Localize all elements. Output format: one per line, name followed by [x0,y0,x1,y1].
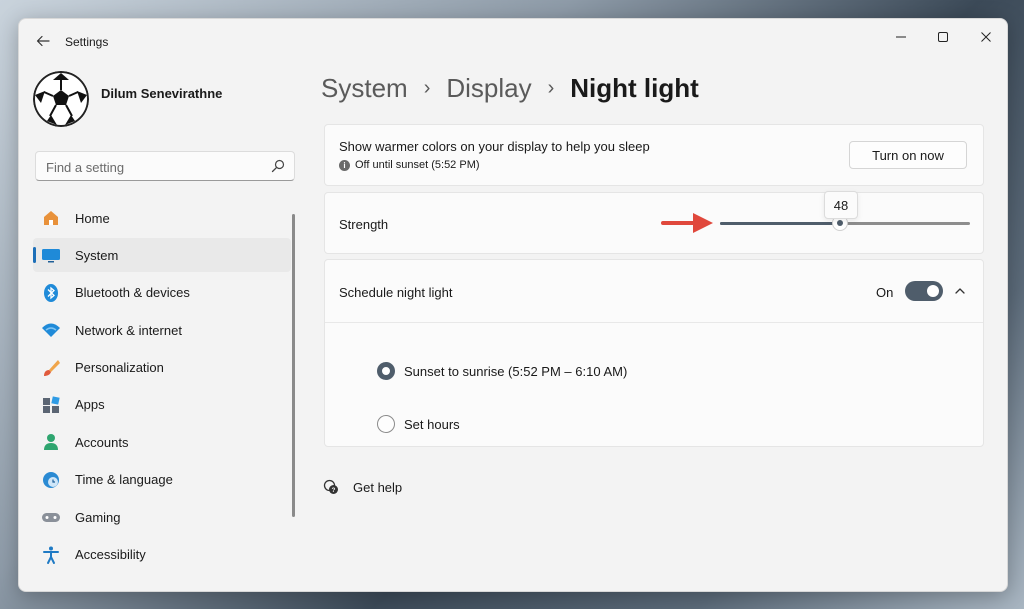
gamepad-icon [41,507,61,527]
radio-label: Sunset to sunrise (5:52 PM – 6:10 AM) [404,363,628,379]
help-icon: ? [323,479,338,494]
search-box[interactable] [35,151,295,181]
status-text: Off until sunset (5:52 PM) [355,159,480,171]
turn-on-now-button[interactable]: Turn on now [849,141,967,169]
user-name: Dilum Senevirathne [101,86,223,101]
strength-card: Strength 48 [324,191,984,254]
get-help-link[interactable]: ? Get help [323,479,402,495]
sidebar-item-system[interactable]: System [33,238,291,273]
accounts-icon [41,432,61,452]
home-icon [41,208,61,228]
radio-option-set-hours[interactable]: Set hours [377,415,460,433]
slider-fill [720,222,840,225]
sidebar-item-label: System [75,247,119,263]
avatar[interactable] [33,71,89,127]
sidebar-item-label: Gaming [75,509,121,525]
radio-option-sunset-sunrise[interactable]: Sunset to sunrise (5:52 PM – 6:10 AM) [377,362,627,380]
strength-label: Strength [339,217,389,232]
schedule-label: Schedule night light [339,285,453,300]
slider-value-tooltip: 48 [824,191,858,219]
svg-text:?: ? [332,488,336,494]
sidebar-item-label: Bluetooth & devices [75,285,190,301]
wifi-icon [41,320,61,340]
sidebar-item-label: Accounts [75,434,129,450]
brush-icon [41,358,61,378]
clock-globe-icon [41,470,61,490]
apps-icon [41,395,61,415]
sidebar-item-label: Network & internet [75,322,182,338]
sidebar-item-personalization[interactable]: Personalization [33,351,291,385]
sidebar-scrollbar[interactable] [292,214,295,517]
sidebar-item-accounts[interactable]: Accounts [33,425,291,459]
toggle-knob [927,285,939,297]
minimize-icon[interactable] [891,27,911,47]
schedule-card: Schedule night light On Sunset to sunris… [324,259,984,447]
sidebar-item-home[interactable]: Home [33,201,291,235]
sidebar-item-label: Apps [75,397,105,413]
soccer-ball-icon [33,71,89,127]
window-title: Settings [65,35,109,49]
accessibility-icon [41,545,61,565]
toggle-state-label: On [876,285,894,300]
radio-button-checked[interactable] [377,362,395,380]
sidebar-item-network[interactable]: Network & internet [33,313,291,347]
sidebar-item-apps[interactable]: Apps [33,388,291,422]
night-light-description: Show warmer colors on your display to he… [339,139,650,154]
bluetooth-icon [41,283,61,303]
info-icon: i [339,159,350,171]
radio-label: Set hours [404,416,460,432]
breadcrumb-item-system[interactable]: System [321,73,408,104]
maximize-icon[interactable] [933,27,953,47]
system-icon [41,245,61,265]
close-icon[interactable] [976,27,996,47]
schedule-toggle[interactable] [905,281,943,301]
sidebar-item-label: Accessibility [75,547,146,563]
breadcrumb-item-display[interactable]: Display [446,73,531,104]
get-help-label: Get help [353,479,403,495]
night-light-status: i Off until sunset (5:52 PM) [339,159,480,171]
red-arrow-icon [661,213,713,233]
chevron-up-icon[interactable] [953,284,967,298]
radio-button-unchecked[interactable] [377,415,395,433]
divider [325,322,983,323]
breadcrumb: System › Display › Night light [321,73,699,104]
sidebar-item-gaming[interactable]: Gaming [33,500,291,534]
settings-window: Settings Dilum Senevirathne Find a setti… [18,18,1008,592]
sidebar-item-label: Time & language [75,472,173,488]
sidebar-item-accessibility[interactable]: Accessibility [33,538,291,572]
sidebar-item-time-language[interactable]: Time & language [33,463,291,497]
search-icon[interactable] [271,159,285,173]
back-arrow-icon[interactable] [35,33,51,49]
page-title: Night light [570,73,699,103]
sidebar-item-bluetooth[interactable]: Bluetooth & devices [33,276,291,310]
strength-slider[interactable]: 48 [720,191,970,231]
night-light-card: Show warmer colors on your display to he… [324,124,984,186]
title-bar: Settings [19,19,1007,63]
chevron-right-icon: › [423,77,431,99]
sidebar-item-label: Personalization [75,360,164,376]
sidebar-nav: Home System Bluetooth & devices Network … [33,201,291,575]
search-input[interactable] [44,157,268,177]
sidebar-item-label: Home [75,210,110,226]
chevron-right-icon: › [547,77,555,99]
